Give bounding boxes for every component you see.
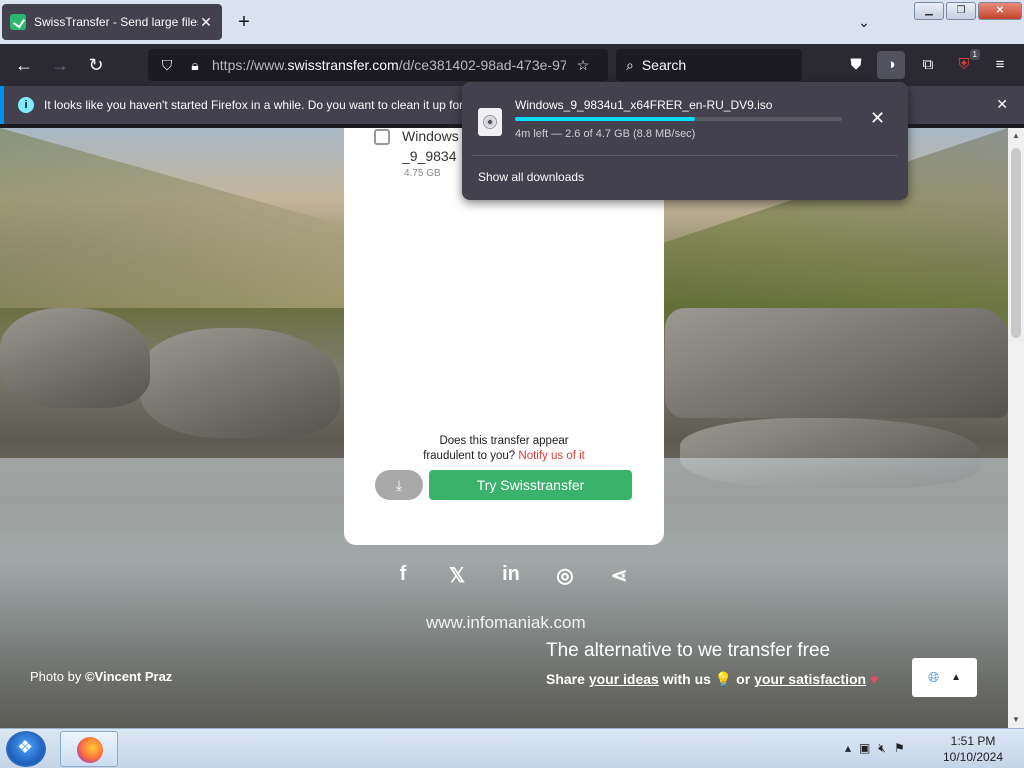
background-rock	[0, 308, 150, 408]
url-bar[interactable]: ⛉ 🔒︎ https://www.swisstransfer.com/d/ce3…	[148, 49, 608, 81]
tab-title: SwissTransfer - Send large files	[34, 15, 198, 29]
photo-author[interactable]: ©Vincent Praz	[85, 669, 172, 684]
notification-close-icon[interactable]: ✕	[996, 96, 1008, 113]
tab-strip: SwissTransfer - Send large files ✕ + ⌄ ▁…	[0, 0, 1024, 44]
ublock-extension-icon[interactable]: ⛨ 1	[950, 49, 980, 79]
vertical-scrollbar[interactable]: ▲ ▼	[1008, 128, 1024, 728]
extension-badge: 1	[969, 49, 980, 60]
tracking-protection-shield-icon[interactable]: ⛉	[156, 54, 178, 76]
alternative-heading: The alternative to we transfer free	[546, 640, 831, 661]
menu-hamburger-icon[interactable]: ≡	[986, 51, 1014, 79]
photo-credit-prefix: Photo by	[30, 669, 85, 684]
windows-taskbar: ▴ ▣ 🔇︎ ⚑ 1:51 PM 10/10/2024	[0, 728, 1024, 768]
info-icon: i	[18, 97, 34, 113]
tab-close-icon[interactable]: ✕	[198, 14, 214, 31]
url-domain: swisstransfer.com	[287, 57, 399, 73]
separator	[472, 155, 898, 156]
file-size: 4.75 GB	[404, 168, 441, 179]
heart-icon: ♥	[869, 671, 879, 687]
notify-link[interactable]: Notify us of it	[518, 450, 584, 462]
share-text-1: Share	[546, 671, 589, 687]
minimize-button[interactable]: ▁	[914, 2, 944, 20]
facebook-icon[interactable]: f	[390, 563, 416, 588]
window-close-button[interactable]: ✕	[978, 2, 1022, 20]
scroll-up-icon[interactable]: ▲	[1008, 128, 1024, 144]
extensions-puzzle-icon[interactable]: ⧉	[914, 51, 942, 79]
network-icon[interactable]: ▣	[859, 741, 870, 756]
iso-file-icon	[478, 108, 502, 136]
x-twitter-icon[interactable]: 𝕏	[444, 563, 470, 588]
restore-button[interactable]: ❐	[946, 2, 976, 20]
page-content: Windows_9_9834u1_x64FRER_en-RU_DV9.iso 4…	[0, 128, 1008, 728]
tab-swisstransfer[interactable]: SwissTransfer - Send large files ✕	[2, 4, 222, 40]
download-button[interactable]: ⤓	[375, 470, 423, 500]
bookmark-star-icon[interactable]: ☆	[572, 54, 594, 76]
action-center-flag-icon[interactable]: ⚑	[894, 741, 905, 756]
lightbulb-icon: 💡	[714, 671, 733, 687]
photo-credit: Photo by ©Vincent Praz	[30, 669, 172, 684]
clock-time: 1:51 PM	[950, 734, 996, 748]
download-progress-bar	[515, 117, 842, 121]
language-selector[interactable]: 🌐︎ ▲	[912, 658, 977, 697]
start-button[interactable]	[6, 731, 46, 767]
pocket-icon[interactable]: ⛊	[842, 51, 870, 79]
volume-muted-icon[interactable]: 🔇︎	[878, 741, 886, 756]
try-swisstransfer-button[interactable]: Try Swisstransfer	[429, 470, 632, 500]
background-rock	[140, 328, 340, 438]
globe-icon: 🌐︎	[927, 669, 940, 685]
download-status: 4m left — 2.6 of 4.7 GB (8.8 MB/sec)	[515, 128, 696, 140]
lock-icon[interactable]: 🔒︎	[184, 54, 206, 76]
fraud-line-1: Does this transfer appear	[439, 435, 569, 447]
tray-expand-icon[interactable]: ▴	[845, 741, 851, 756]
your-ideas-link[interactable]: your ideas	[589, 671, 659, 687]
url-prefix: https://www.	[212, 57, 288, 73]
file-checkbox[interactable]	[374, 129, 390, 145]
taskbar-firefox-icon[interactable]	[60, 731, 118, 767]
share-text-3: or	[732, 671, 755, 687]
reload-button[interactable]: ↻	[84, 53, 108, 77]
window-controls: ▁ ❐ ✕	[914, 2, 1022, 20]
notification-text: It looks like you haven't started Firefo…	[44, 98, 464, 112]
nav-bar: ← → ↻ ⛉ 🔒︎ https://www.swisstransfer.com…	[0, 44, 1024, 86]
search-placeholder: Search	[641, 57, 687, 73]
infomaniak-link[interactable]: www.infomaniak.com	[426, 613, 586, 633]
social-links: f 𝕏 in ◎ ⋖	[390, 563, 632, 588]
caret-up-icon: ▲	[951, 672, 962, 683]
background-log	[665, 308, 1008, 418]
linkedin-icon[interactable]: in	[498, 563, 524, 588]
url-text[interactable]: https://www.swisstransfer.com/d/ce381402…	[212, 57, 566, 73]
download-filename[interactable]: Windows_9_9834u1_x64FRER_en-RU_DV9.iso	[515, 98, 772, 112]
new-tab-button[interactable]: +	[232, 10, 256, 34]
dark-reader-extension-icon[interactable]: ◑	[877, 51, 905, 79]
share-text-2: with us	[658, 671, 715, 687]
fraud-line-2: fraudulent to you?	[423, 450, 516, 462]
instagram-icon[interactable]: ◎	[552, 563, 578, 588]
clock[interactable]: 1:51 PM 10/10/2024	[940, 733, 1006, 765]
your-satisfaction-link[interactable]: your satisfaction	[754, 671, 866, 687]
system-tray: ▴ ▣ 🔇︎ ⚑	[845, 741, 905, 756]
background-mountain-left	[0, 128, 350, 308]
file-name: Windows_9_9834u1_x64FRER_en-RU_DV9.iso	[402, 128, 459, 164]
scrollbar-thumb[interactable]	[1011, 148, 1021, 338]
download-progress-fill	[515, 117, 695, 121]
search-bar[interactable]: ⌕ Search	[616, 49, 802, 81]
share-icon[interactable]: ⋖	[606, 563, 632, 588]
search-icon: ⌕	[626, 56, 634, 73]
fraud-notice: Does this transfer appear fraudulent to …	[344, 434, 664, 464]
scroll-down-icon[interactable]: ▼	[1008, 712, 1024, 728]
forward-button[interactable]: →	[48, 53, 72, 77]
downloads-panel: Windows_9_9834u1_x64FRER_en-RU_DV9.iso 4…	[462, 82, 908, 200]
list-all-tabs-button[interactable]: ⌄	[852, 10, 876, 34]
back-button[interactable]: ←	[12, 53, 36, 77]
url-path: /d/ce381402-98ad-473e-97	[398, 57, 566, 73]
swisstransfer-favicon-icon	[10, 14, 26, 30]
share-feedback: Share your ideas with us 💡 or your satis…	[546, 671, 878, 688]
file-row[interactable]: Windows_9_9834u1_x64FRER_en-RU_DV9.iso	[374, 128, 462, 166]
cancel-download-icon[interactable]: ✕	[870, 108, 885, 129]
clock-date: 10/10/2024	[942, 750, 1004, 764]
show-all-downloads-link[interactable]: Show all downloads	[478, 170, 584, 184]
